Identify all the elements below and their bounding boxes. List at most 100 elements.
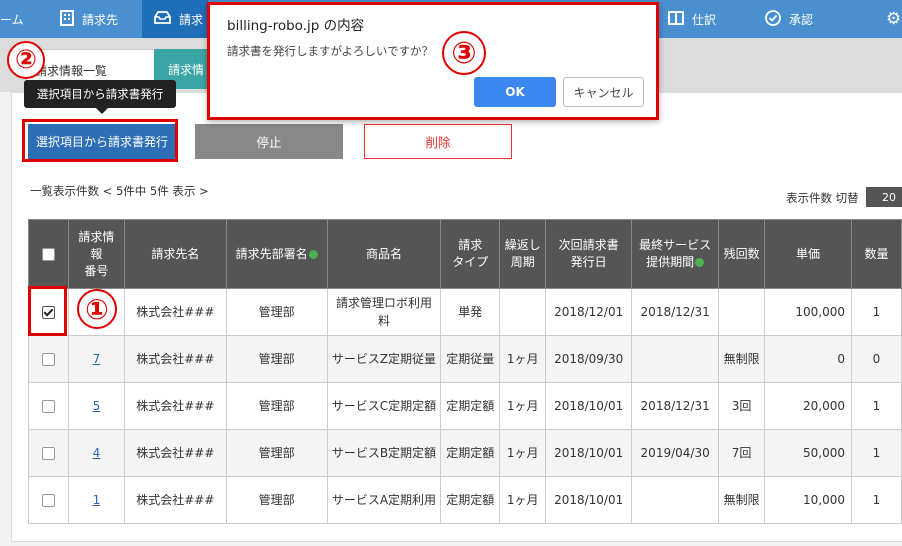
cell-dept: 管理部: [225, 429, 328, 477]
cell-remaining: 無制限: [718, 335, 766, 383]
cell-customer: 株式会社###: [123, 288, 227, 336]
header-qty[interactable]: 数量: [851, 219, 902, 289]
table-row: 4 株式会社### 管理部 サービスB定期定額 定期定額 1ヶ月 2018/10/01 201…: [28, 429, 902, 477]
cell-next-date: 2018/10/01: [545, 429, 633, 477]
cell-qty: 1: [851, 288, 902, 336]
row-checkbox[interactable]: [41, 447, 55, 460]
header-price[interactable]: 単価: [764, 219, 852, 289]
cell-product: 請求管理ロボ利用料: [326, 288, 442, 336]
header-next-date[interactable]: 次回請求書 発行日: [545, 219, 633, 289]
cell-qty: 1: [851, 476, 902, 524]
per-page-select[interactable]: 20: [866, 187, 902, 207]
nav-home-label: ーム: [0, 12, 24, 27]
cell-cycle: 1ヶ月: [499, 476, 547, 524]
header-dept-label: 請求先部署名: [235, 246, 308, 261]
cell-select[interactable]: [28, 335, 69, 383]
cell-customer: 株式会社###: [123, 382, 227, 430]
header-last-period[interactable]: 最終サービス 提供期間: [631, 219, 720, 289]
list-count-info[interactable]: 一覧表示件数 < 5件中 5件 表示 >: [30, 183, 209, 199]
highlight-issue-button: [22, 119, 178, 162]
nav-item-home[interactable]: ーム: [0, 0, 50, 38]
delete-button[interactable]: 削除: [364, 124, 512, 159]
select-all-checkbox[interactable]: [41, 247, 55, 261]
table-header-row: 請求情 報 番号 請求先名 請求先部署名 商品名 請求 タイプ 繰返し 周期 次…: [28, 219, 902, 289]
columns-icon: [668, 10, 684, 28]
header-dept[interactable]: 請求先部署名: [225, 219, 328, 289]
header-last-line1: 最終サービス: [639, 238, 712, 252]
cell-dept: 管理部: [225, 335, 328, 383]
header-no[interactable]: 請求情 報 番号: [67, 219, 125, 289]
header-no-line3: 番号: [84, 263, 109, 278]
marker-1: ①: [77, 289, 117, 329]
cell-type: 定期定額: [440, 429, 501, 477]
header-cycle[interactable]: 繰返し 周期: [499, 219, 547, 289]
cell-cycle: [499, 288, 547, 336]
marker-2: ②: [7, 41, 45, 79]
cancel-button[interactable]: キャンセル: [563, 77, 644, 107]
billing-no-link[interactable]: 4: [93, 446, 101, 460]
cell-price: 10,000: [764, 476, 852, 524]
billing-no-link[interactable]: 1: [93, 493, 101, 507]
cell-dept: 管理部: [225, 382, 328, 430]
header-cycle-line2: 周期: [510, 255, 535, 269]
header-remaining[interactable]: 残回数: [718, 219, 766, 289]
table-body: 100株式会社###管理部請求管理ロボ利用料単発2018/12/012018/1…: [28, 288, 902, 524]
nav-item-journal[interactable]: 仕訳: [668, 0, 738, 38]
nav-item-customers[interactable]: 請求先: [60, 0, 140, 38]
header-type-line1: 請求: [458, 238, 483, 252]
cell-select[interactable]: [28, 429, 69, 477]
tooltip: 選択項目から請求書発行: [24, 80, 176, 114]
cell-next-date: 2018/10/01: [545, 476, 633, 524]
cell-product: サービスA定期利用: [326, 476, 442, 524]
header-next-line2: 発行日: [570, 255, 607, 269]
inbox-icon: [154, 11, 171, 27]
info-icon: [308, 249, 318, 259]
nav-item-settings[interactable]: ⚙: [886, 0, 902, 38]
row-checkbox[interactable]: [41, 494, 55, 507]
tab-billing-list-label: 請求情報一覧: [35, 63, 108, 78]
cell-last-period: [631, 476, 720, 524]
row-checkbox[interactable]: [41, 353, 55, 366]
cell-cycle: 1ヶ月: [499, 335, 547, 383]
billing-no-link[interactable]: 7: [93, 352, 101, 366]
cell-type: 定期定額: [440, 382, 501, 430]
row-checkbox[interactable]: [41, 400, 55, 413]
cell-price: 50,000: [764, 429, 852, 477]
dialog-title: billing-robo.jp の内容: [227, 18, 365, 34]
header-product[interactable]: 商品名: [326, 219, 442, 289]
cell-remaining: 7回: [718, 429, 766, 477]
header-select-all[interactable]: [28, 219, 69, 289]
cell-remaining: 3回: [718, 382, 766, 430]
cell-qty: 0: [851, 335, 902, 383]
highlight-checkbox: [28, 286, 67, 336]
cell-no: 7: [67, 335, 125, 383]
nav-journal-label: 仕訳: [692, 12, 717, 27]
header-type[interactable]: 請求 タイプ: [440, 219, 501, 289]
per-page-label: 表示件数 切替: [786, 191, 859, 205]
cell-customer: 株式会社###: [123, 335, 227, 383]
cell-product: サービスB定期定額: [326, 429, 442, 477]
header-customer[interactable]: 請求先名: [123, 219, 227, 289]
cell-no: 1: [67, 476, 125, 524]
cell-last-period: [631, 335, 720, 383]
cell-next-date: 2018/10/01: [545, 382, 633, 430]
ok-button[interactable]: OK: [474, 77, 556, 107]
nav-item-billing[interactable]: 請求: [142, 0, 208, 38]
cell-remaining: [718, 288, 766, 336]
nav-item-approval[interactable]: 承認: [765, 0, 845, 38]
billing-table: 請求情 報 番号 請求先名 請求先部署名 商品名 請求 タイプ 繰返し 周期 次…: [28, 219, 902, 524]
header-no-line1: 請求情: [78, 229, 115, 244]
check-circle-icon: [765, 9, 781, 29]
header-cycle-line1: 繰返し: [504, 238, 541, 252]
header-no-line2: 報: [90, 246, 103, 261]
billing-no-link[interactable]: 5: [93, 399, 101, 413]
gear-icon: ⚙: [886, 9, 902, 29]
cell-select[interactable]: [28, 382, 69, 430]
table-row: 1 株式会社### 管理部 サービスA定期利用 定期定額 1ヶ月 2018/10/01 無制限…: [28, 476, 902, 524]
cell-no: 4: [67, 429, 125, 477]
cell-select[interactable]: [28, 476, 69, 524]
cell-remaining: 無制限: [718, 476, 766, 524]
cell-next-date: 2018/12/01: [545, 288, 633, 336]
stop-button[interactable]: 停止: [195, 124, 343, 159]
building-icon: [60, 9, 74, 29]
